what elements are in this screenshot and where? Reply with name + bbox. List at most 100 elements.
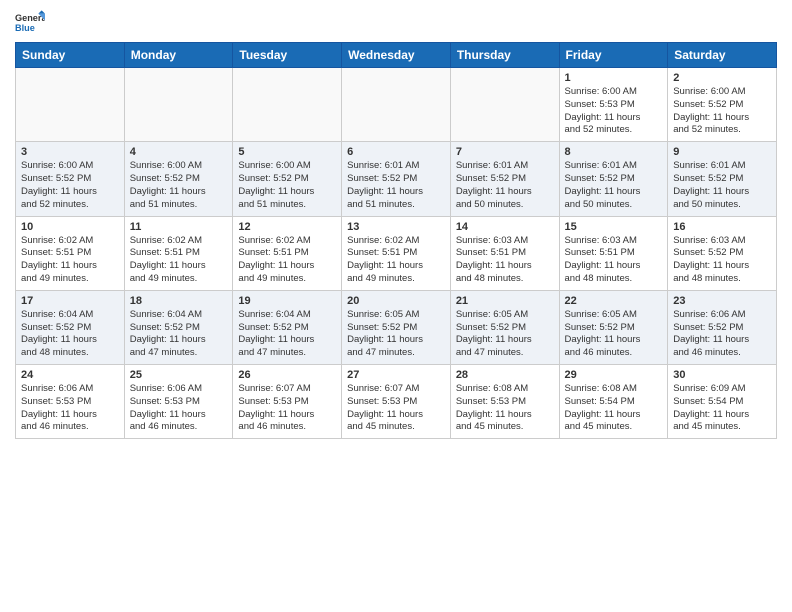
calendar-week-row: 1Sunrise: 6:00 AMSunset: 5:53 PMDaylight… bbox=[16, 68, 777, 142]
day-info: Sunrise: 6:07 AMSunset: 5:53 PMDaylight:… bbox=[347, 383, 445, 434]
day-info: Sunrise: 6:04 AMSunset: 5:52 PMDaylight:… bbox=[21, 309, 119, 360]
day-info: Sunrise: 6:00 AMSunset: 5:52 PMDaylight:… bbox=[238, 160, 336, 211]
calendar-cell: 19Sunrise: 6:04 AMSunset: 5:52 PMDayligh… bbox=[233, 290, 342, 364]
day-info: Sunrise: 6:03 AMSunset: 5:51 PMDaylight:… bbox=[565, 235, 663, 286]
weekday-header-saturday: Saturday bbox=[668, 43, 777, 68]
day-number: 2 bbox=[673, 72, 771, 84]
day-number: 16 bbox=[673, 221, 771, 233]
weekday-header-wednesday: Wednesday bbox=[342, 43, 451, 68]
day-info: Sunrise: 6:04 AMSunset: 5:52 PMDaylight:… bbox=[130, 309, 228, 360]
calendar-cell: 30Sunrise: 6:09 AMSunset: 5:54 PMDayligh… bbox=[668, 365, 777, 439]
day-info: Sunrise: 6:03 AMSunset: 5:51 PMDaylight:… bbox=[456, 235, 554, 286]
day-info: Sunrise: 6:06 AMSunset: 5:53 PMDaylight:… bbox=[130, 383, 228, 434]
day-number: 1 bbox=[565, 72, 663, 84]
calendar-cell: 11 Sunrise: 6:02 AMSunset: 5:51 PMDayligh… bbox=[124, 216, 233, 290]
calendar-cell bbox=[450, 68, 559, 142]
calendar-cell: 12 Sunrise: 6:02 AMSunset: 5:51 PMDayligh… bbox=[233, 216, 342, 290]
calendar-cell: 18 Sunrise: 6:04 AMSunset: 5:52 PMDayligh… bbox=[124, 290, 233, 364]
calendar-cell: 20 Sunrise: 6:05 AMSunset: 5:52 PMDayligh… bbox=[342, 290, 451, 364]
day-number: 27 bbox=[347, 369, 445, 381]
day-number: 26 bbox=[238, 369, 336, 381]
calendar-cell: 3 Sunrise: 6:00 AMSunset: 5:52 PMDaylight… bbox=[16, 142, 125, 216]
day-info: Sunrise: 6:05 AMSunset: 5:52 PMDaylight:… bbox=[565, 309, 663, 360]
calendar-cell: 23 Sunrise: 6:06 AMSunset: 5:52 PMDayligh… bbox=[668, 290, 777, 364]
calendar-cell: 2 Sunrise: 6:00 AMSunset: 5:52 PMDaylight… bbox=[668, 68, 777, 142]
day-info: Sunrise: 6:03 AMSunset: 5:52 PMDaylight:… bbox=[673, 235, 771, 286]
calendar-cell: 14Sunrise: 6:03 AMSunset: 5:51 PMDayligh… bbox=[450, 216, 559, 290]
day-number: 12 bbox=[238, 221, 336, 233]
day-info: Sunrise: 6:05 AMSunset: 5:52 PMDaylight:… bbox=[347, 309, 445, 360]
page: General Blue SundayMondayTuesdayWednesda… bbox=[0, 0, 792, 612]
day-number: 21 bbox=[456, 295, 554, 307]
day-info: Sunrise: 6:01 AMSunset: 5:52 PMDaylight:… bbox=[673, 160, 771, 211]
logo-icon: General Blue bbox=[15, 10, 45, 34]
calendar-table: SundayMondayTuesdayWednesdayThursdayFrid… bbox=[15, 42, 777, 439]
day-number: 29 bbox=[565, 369, 663, 381]
day-number: 7 bbox=[456, 146, 554, 158]
weekday-header-sunday: Sunday bbox=[16, 43, 125, 68]
day-info: Sunrise: 6:01 AMSunset: 5:52 PMDaylight:… bbox=[565, 160, 663, 211]
calendar-cell: 21 Sunrise: 6:05 AMSunset: 5:52 PMDayligh… bbox=[450, 290, 559, 364]
day-info: Sunrise: 6:01 AMSunset: 5:52 PMDaylight:… bbox=[347, 160, 445, 211]
day-info: Sunrise: 6:06 AMSunset: 5:53 PMDaylight:… bbox=[21, 383, 119, 434]
calendar-cell: 1Sunrise: 6:00 AMSunset: 5:53 PMDaylight… bbox=[559, 68, 668, 142]
day-number: 9 bbox=[673, 146, 771, 158]
day-info: Sunrise: 6:04 AMSunset: 5:52 PMDaylight:… bbox=[238, 309, 336, 360]
svg-text:Blue: Blue bbox=[15, 23, 35, 33]
calendar-cell: 17 Sunrise: 6:04 AMSunset: 5:52 PMDayligh… bbox=[16, 290, 125, 364]
calendar-cell: 9 Sunrise: 6:01 AMSunset: 5:52 PMDaylight… bbox=[668, 142, 777, 216]
calendar-cell: 24 Sunrise: 6:06 AMSunset: 5:53 PMDayligh… bbox=[16, 365, 125, 439]
day-info: Sunrise: 6:07 AMSunset: 5:53 PMDaylight:… bbox=[238, 383, 336, 434]
day-info: Sunrise: 6:05 AMSunset: 5:52 PMDaylight:… bbox=[456, 309, 554, 360]
day-info: Sunrise: 6:00 AMSunset: 5:52 PMDaylight:… bbox=[673, 86, 771, 137]
weekday-header-row: SundayMondayTuesdayWednesdayThursdayFrid… bbox=[16, 43, 777, 68]
calendar-cell: 16 Sunrise: 6:03 AMSunset: 5:52 PMDayligh… bbox=[668, 216, 777, 290]
calendar-week-row: 10 Sunrise: 6:02 AMSunset: 5:51 PMDayligh… bbox=[16, 216, 777, 290]
calendar-cell: 25 Sunrise: 6:06 AMSunset: 5:53 PMDayligh… bbox=[124, 365, 233, 439]
day-number: 28 bbox=[456, 369, 554, 381]
calendar-cell bbox=[233, 68, 342, 142]
calendar-cell: 28Sunrise: 6:08 AMSunset: 5:53 PMDayligh… bbox=[450, 365, 559, 439]
day-number: 4 bbox=[130, 146, 228, 158]
calendar-cell: 13Sunrise: 6:02 AMSunset: 5:51 PMDayligh… bbox=[342, 216, 451, 290]
day-info: Sunrise: 6:00 AMSunset: 5:52 PMDaylight:… bbox=[130, 160, 228, 211]
header: General Blue bbox=[15, 10, 777, 34]
day-number: 20 bbox=[347, 295, 445, 307]
day-info: Sunrise: 6:06 AMSunset: 5:52 PMDaylight:… bbox=[673, 309, 771, 360]
day-info: Sunrise: 6:02 AMSunset: 5:51 PMDaylight:… bbox=[238, 235, 336, 286]
day-info: Sunrise: 6:02 AMSunset: 5:51 PMDaylight:… bbox=[130, 235, 228, 286]
day-number: 18 bbox=[130, 295, 228, 307]
calendar-cell: 29Sunrise: 6:08 AMSunset: 5:54 PMDayligh… bbox=[559, 365, 668, 439]
day-info: Sunrise: 6:02 AMSunset: 5:51 PMDaylight:… bbox=[21, 235, 119, 286]
calendar-cell bbox=[16, 68, 125, 142]
calendar-cell: 7 Sunrise: 6:01 AMSunset: 5:52 PMDaylight… bbox=[450, 142, 559, 216]
day-number: 11 bbox=[130, 221, 228, 233]
weekday-header-thursday: Thursday bbox=[450, 43, 559, 68]
day-number: 17 bbox=[21, 295, 119, 307]
weekday-header-monday: Monday bbox=[124, 43, 233, 68]
calendar-cell: 27 Sunrise: 6:07 AMSunset: 5:53 PMDayligh… bbox=[342, 365, 451, 439]
day-number: 22 bbox=[565, 295, 663, 307]
calendar-cell: 8 Sunrise: 6:01 AMSunset: 5:52 PMDaylight… bbox=[559, 142, 668, 216]
calendar-cell: 15Sunrise: 6:03 AMSunset: 5:51 PMDayligh… bbox=[559, 216, 668, 290]
weekday-header-friday: Friday bbox=[559, 43, 668, 68]
day-number: 10 bbox=[21, 221, 119, 233]
day-info: Sunrise: 6:00 AMSunset: 5:52 PMDaylight:… bbox=[21, 160, 119, 211]
day-info: Sunrise: 6:01 AMSunset: 5:52 PMDaylight:… bbox=[456, 160, 554, 211]
weekday-header-tuesday: Tuesday bbox=[233, 43, 342, 68]
calendar-cell: 26 Sunrise: 6:07 AMSunset: 5:53 PMDayligh… bbox=[233, 365, 342, 439]
calendar-cell: 4 Sunrise: 6:00 AMSunset: 5:52 PMDaylight… bbox=[124, 142, 233, 216]
day-number: 25 bbox=[130, 369, 228, 381]
logo: General Blue bbox=[15, 10, 45, 34]
calendar-cell: 5Sunrise: 6:00 AMSunset: 5:52 PMDaylight… bbox=[233, 142, 342, 216]
day-number: 8 bbox=[565, 146, 663, 158]
calendar-week-row: 3 Sunrise: 6:00 AMSunset: 5:52 PMDaylight… bbox=[16, 142, 777, 216]
calendar-cell bbox=[342, 68, 451, 142]
day-number: 3 bbox=[21, 146, 119, 158]
calendar-week-row: 17 Sunrise: 6:04 AMSunset: 5:52 PMDayligh… bbox=[16, 290, 777, 364]
day-info: Sunrise: 6:02 AMSunset: 5:51 PMDaylight:… bbox=[347, 235, 445, 286]
day-number: 24 bbox=[21, 369, 119, 381]
day-number: 23 bbox=[673, 295, 771, 307]
calendar-cell: 22 Sunrise: 6:05 AMSunset: 5:52 PMDayligh… bbox=[559, 290, 668, 364]
calendar-cell: 10 Sunrise: 6:02 AMSunset: 5:51 PMDayligh… bbox=[16, 216, 125, 290]
